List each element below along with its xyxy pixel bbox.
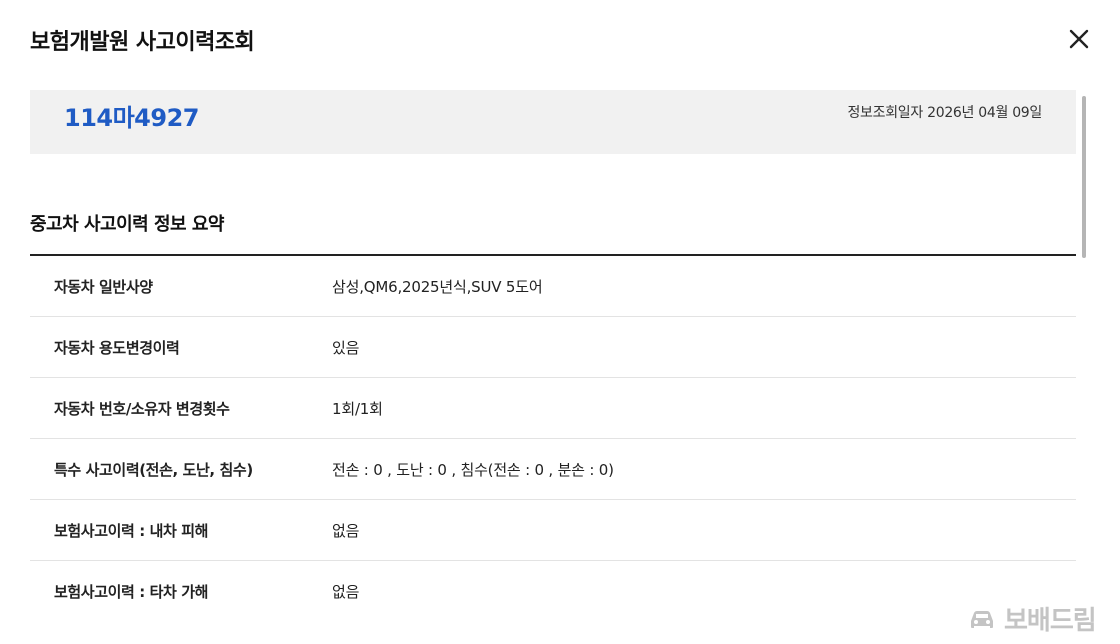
section-title: 중고차 사고이력 정보 요약 <box>30 214 224 235</box>
row-value: 없음 <box>332 521 360 540</box>
row-value: 1회/1회 <box>332 399 383 418</box>
row-label: 자동차 번호/소유자 변경횟수 <box>54 399 230 418</box>
modal-title: 보험개발원 사고이력조회 <box>30 30 255 55</box>
table-row: 보험사고이력 : 타차 가해 없음 <box>30 561 1076 621</box>
vehicle-info-box: 114마4927 정보조회일자 2026년 04월 09일 <box>30 90 1076 154</box>
query-date: 정보조회일자 2026년 04월 09일 <box>847 105 1042 121</box>
row-label: 특수 사고이력(전손, 도난, 침수) <box>54 460 253 479</box>
row-value: 삼성,QM6,2025년식,SUV 5도어 <box>332 277 543 296</box>
close-icon <box>1069 29 1089 49</box>
row-label: 자동차 용도변경이력 <box>54 338 180 357</box>
watermark-text: 보배드림 <box>1004 606 1097 636</box>
table-row: 자동차 일반사양 삼성,QM6,2025년식,SUV 5도어 <box>30 256 1076 317</box>
watermark: 보배드림 <box>966 600 1097 637</box>
table-row: 자동차 번호/소유자 변경횟수 1회/1회 <box>30 378 1076 439</box>
row-label: 보험사고이력 : 내차 피해 <box>54 521 209 540</box>
row-value: 없음 <box>332 582 360 601</box>
bobaedream-logo-icon <box>971 610 993 628</box>
table-row: 특수 사고이력(전손, 도난, 침수) 전손 : 0 , 도난 : 0 , 침수… <box>30 439 1076 500</box>
plate-number: 114마4927 <box>64 104 199 132</box>
row-value: 전손 : 0 , 도난 : 0 , 침수(전손 : 0 , 분손 : 0) <box>332 460 614 479</box>
close-button[interactable] <box>1064 24 1094 54</box>
table-row: 자동차 용도변경이력 있음 <box>30 317 1076 378</box>
row-label: 자동차 일반사양 <box>54 277 153 296</box>
row-value: 있음 <box>332 338 360 357</box>
row-label: 보험사고이력 : 타차 가해 <box>54 582 209 601</box>
modal-scrollbar[interactable] <box>1080 90 1088 644</box>
summary-table: 자동차 일반사양 삼성,QM6,2025년식,SUV 5도어 자동차 용도변경이… <box>30 254 1076 621</box>
accident-history-modal: 보험개발원 사고이력조회 114마4927 정보조회일자 2026년 04월 0… <box>0 0 1120 644</box>
table-row: 보험사고이력 : 내차 피해 없음 <box>30 500 1076 561</box>
scrollbar-thumb[interactable] <box>1082 96 1086 258</box>
